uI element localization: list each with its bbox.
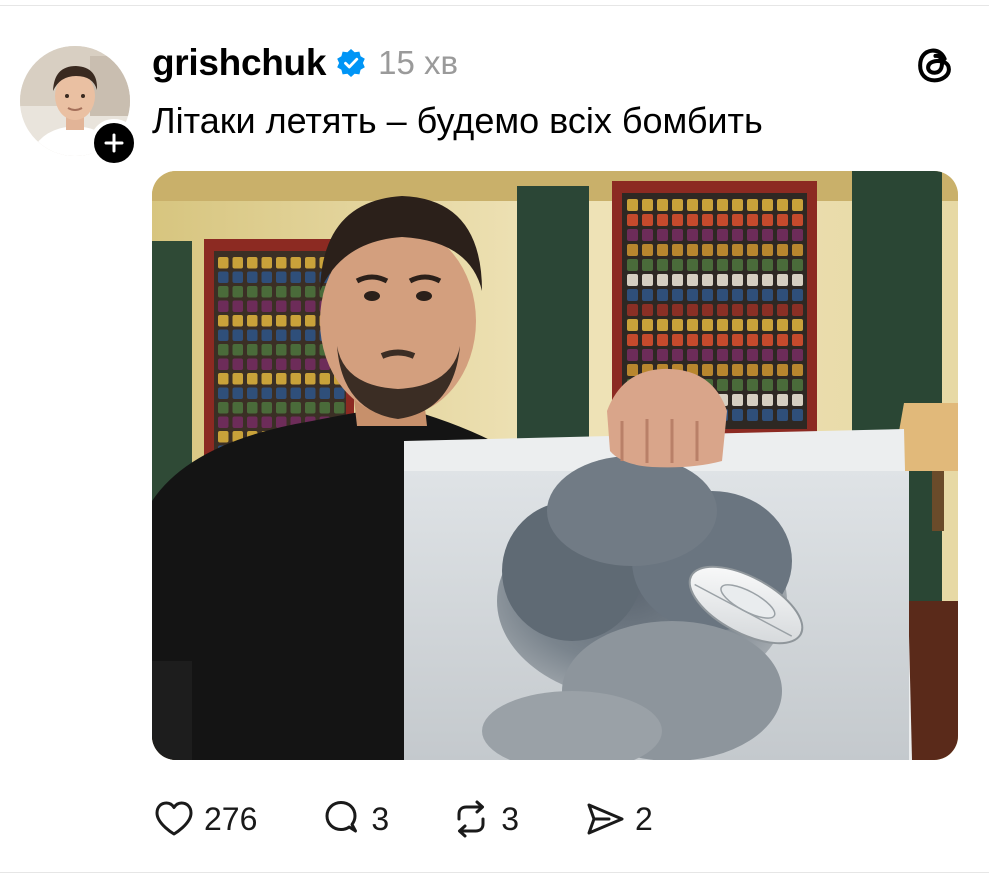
post-header: grishchuk 15 хв	[152, 40, 458, 86]
bottom-divider	[0, 872, 989, 873]
post-text: Літаки летять – будемо всіх бомбить	[152, 100, 763, 141]
top-divider	[0, 5, 989, 6]
like-button[interactable]: 276	[152, 797, 257, 841]
comment-icon	[325, 801, 358, 833]
share-button[interactable]: 2	[583, 797, 653, 841]
heart-icon	[155, 801, 193, 836]
username[interactable]: grishchuk	[152, 42, 326, 84]
reply-count: 3	[371, 800, 390, 837]
post-photo	[152, 171, 958, 760]
share-count: 2	[634, 800, 653, 837]
like-count: 276	[204, 800, 258, 837]
post-image[interactable]	[152, 171, 958, 760]
timestamp[interactable]: 15 хв	[378, 44, 458, 82]
repost-count: 3	[501, 800, 519, 837]
repost-button[interactable]: 3	[449, 797, 519, 841]
threads-logo-icon[interactable]	[912, 42, 958, 88]
plus-icon	[104, 133, 124, 153]
post-actions: 276 3 3 2	[152, 796, 653, 842]
repost-icon	[457, 800, 485, 838]
reply-button[interactable]: 3	[319, 797, 389, 841]
send-icon	[587, 803, 624, 835]
verified-badge-icon	[337, 49, 365, 77]
follow-button[interactable]	[90, 119, 138, 167]
